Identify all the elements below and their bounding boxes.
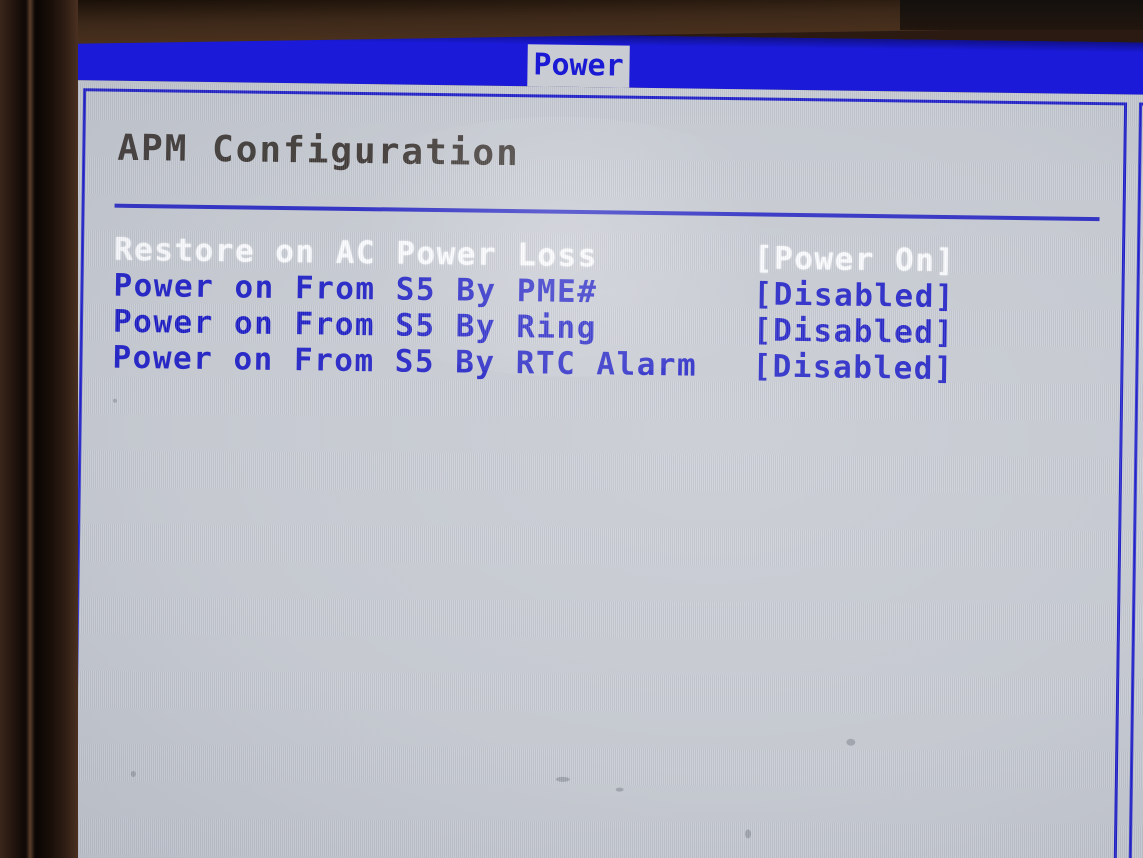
monitor-bezel-left-highlight: [26, 0, 35, 858]
screen-dust-speck: [846, 738, 856, 746]
screen-dust-speck: [615, 787, 624, 792]
help-panel-edge: [1128, 102, 1143, 858]
tab-power[interactable]: Power: [527, 44, 630, 88]
monitor-bezel-left: [0, 0, 78, 858]
setting-value[interactable]: [Disabled]: [752, 348, 954, 387]
screen-dust-speck: [555, 776, 570, 782]
bios-screen: Power APM Configuration Restore on AC Po…: [54, 28, 1143, 858]
monitor-photo: Power APM Configuration Restore on AC Po…: [0, 0, 1143, 858]
monitor-bezel-top-glow: [900, 0, 1143, 30]
screen-dust-speck: [130, 770, 136, 778]
screen-dust-speck: [112, 398, 117, 403]
bios-screen-body: APM Configuration Restore on AC Power Lo…: [54, 79, 1143, 858]
